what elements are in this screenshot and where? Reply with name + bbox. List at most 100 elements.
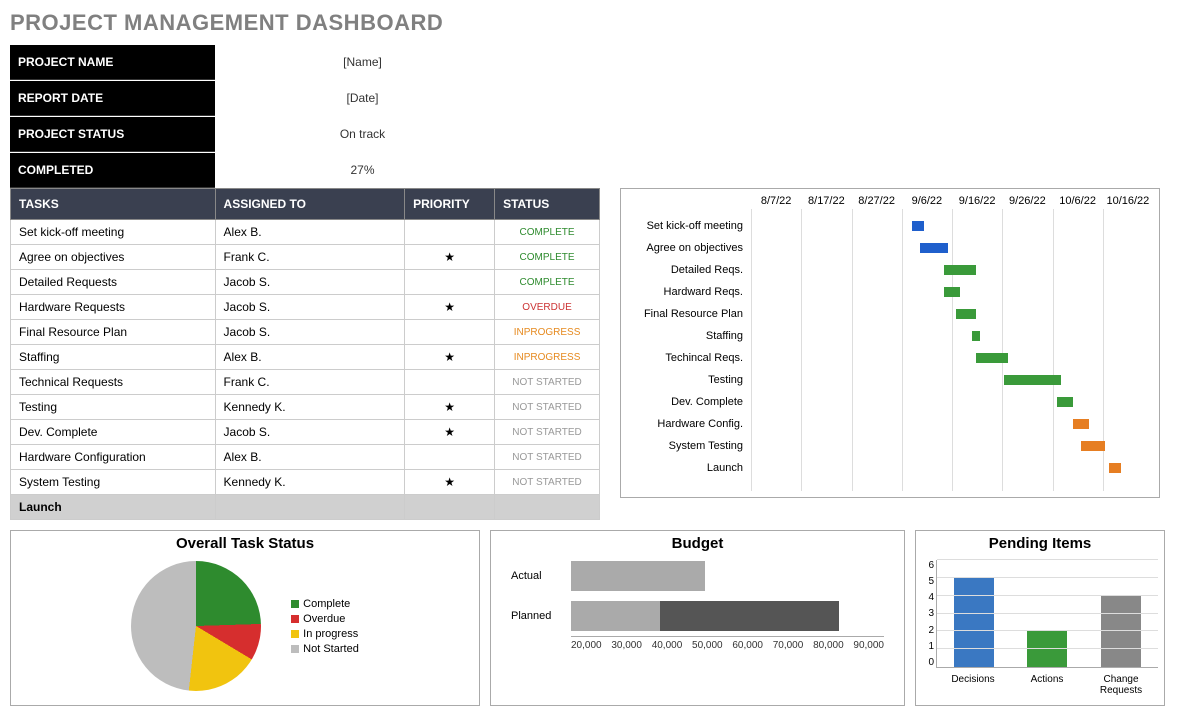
info-value: 27% [215,163,510,177]
gantt-date-axis: 8/7/228/17/228/27/229/6/229/16/229/26/22… [751,195,1153,207]
budget-bar [571,561,705,591]
gantt-label: System Testing [621,440,751,452]
assigned-cell: Jacob S. [215,270,405,295]
table-row: Agree on objectives Frank C. ★ COMPLETE [11,245,600,270]
assigned-cell: Kennedy K. [215,470,405,495]
task-cell: Final Resource Plan [11,320,216,345]
table-row: Staffing Alex B. ★ INPROGRESS [11,345,600,370]
status-cell: OVERDUE [495,295,600,320]
gantt-date: 10/6/22 [1053,195,1103,207]
gantt-bar [1073,419,1089,429]
gantt-label: Set kick-off meeting [621,220,751,232]
gantt-bar [1109,463,1121,473]
overall-task-status-chart: Overall Task Status CompleteOverdueIn pr… [10,530,480,706]
gantt-label: Testing [621,374,751,386]
info-label: REPORT DATE [10,81,215,116]
status-cell: INPROGRESS [495,320,600,345]
gantt-row: Hardware Config. [621,413,1153,435]
legend-item: Not Started [291,643,359,655]
assigned-cell: Kennedy K. [215,395,405,420]
task-cell: Hardware Configuration [11,445,216,470]
gantt-row: Testing [621,369,1153,391]
gantt-label: Staffing [621,330,751,342]
gantt-date: 9/16/22 [952,195,1002,207]
pending-x-label: Change Requests [1091,674,1151,696]
task-cell: Dev. Complete [11,420,216,445]
legend-item: Complete [291,598,359,610]
status-cell: NOT STARTED [495,470,600,495]
budget-area: Actual Planned 20,00030,00040,00050,0006… [511,556,884,686]
gantt-row: Final Resource Plan [621,303,1153,325]
gantt-label: Hardware Config. [621,418,751,430]
gantt-bar [1081,441,1105,451]
gantt-row: Techincal Reqs. [621,347,1153,369]
legend-color-icon [291,615,299,623]
priority-cell [405,270,495,295]
assigned-cell: Jacob S. [215,295,405,320]
status-cell: COMPLETE [495,245,600,270]
gantt-row: Staffing [621,325,1153,347]
task-cell: Hardware Requests [11,295,216,320]
task-cell: Staffing [11,345,216,370]
pending-area: 0123456 DecisionsActionsChange Requests [916,556,1164,696]
info-value: On track [215,127,510,141]
task-cell: Detailed Requests [11,270,216,295]
gantt-row: System Testing [621,435,1153,457]
legend-color-icon [291,630,299,638]
legend-item: In progress [291,628,359,640]
info-value: [Date] [215,91,510,105]
assigned-cell: Frank C. [215,370,405,395]
priority-cell: ★ [405,345,495,370]
task-cell: Agree on objectives [11,245,216,270]
status-cell: COMPLETE [495,220,600,245]
status-cell: NOT STARTED [495,420,600,445]
gantt-date: 8/17/22 [801,195,851,207]
table-row: Dev. Complete Jacob S. ★ NOT STARTED [11,420,600,445]
table-row: Detailed Requests Jacob S. COMPLETE [11,270,600,295]
gantt-date: 9/26/22 [1002,195,1052,207]
gantt-row: Set kick-off meeting [621,215,1153,237]
info-label: COMPLETED [10,153,215,188]
table-row: Final Resource Plan Jacob S. INPROGRESS [11,320,600,345]
budget-bar [571,601,660,631]
legend-label: Complete [303,598,350,610]
legend-label: In progress [303,628,358,640]
gantt-row: Dev. Complete [621,391,1153,413]
gantt-label: Dev. Complete [621,396,751,408]
pending-items-chart: Pending Items 0123456 DecisionsActionsCh… [915,530,1165,706]
priority-cell: ★ [405,420,495,445]
table-row-launch: Launch [11,495,600,520]
budget-row: Planned [511,596,884,636]
budget-label: Planned [511,610,571,622]
info-value: [Name] [215,55,510,69]
assigned-cell: Alex B. [215,445,405,470]
pending-bar [1027,631,1067,667]
priority-cell: ★ [405,395,495,420]
gantt-row: Launch [621,457,1153,479]
gantt-bar [1004,375,1060,385]
task-table: TASKS ASSIGNED TO PRIORITY STATUS Set ki… [10,188,600,520]
task-cell: System Testing [11,470,216,495]
pending-x-label: Decisions [943,674,1003,696]
assigned-cell: Alex B. [215,220,405,245]
gantt-label: Hardward Reqs. [621,286,751,298]
gantt-date: 10/16/22 [1103,195,1153,207]
gantt-label: Launch [621,462,751,474]
assigned-cell: Jacob S. [215,320,405,345]
gantt-body: Set kick-off meeting Agree on objectives… [621,215,1153,491]
project-info-section: PROJECT NAME [Name] REPORT DATE [Date] P… [10,44,510,188]
pending-x-label: Actions [1017,674,1077,696]
status-cell: COMPLETE [495,270,600,295]
th-priority: PRIORITY [405,189,495,220]
table-row: Hardware Requests Jacob S. ★ OVERDUE [11,295,600,320]
gantt-date: 8/7/22 [751,195,801,207]
table-row: Set kick-off meeting Alex B. COMPLETE [11,220,600,245]
assigned-cell: Frank C. [215,245,405,270]
priority-cell: ★ [405,295,495,320]
gantt-row: Hardward Reqs. [621,281,1153,303]
th-assigned: ASSIGNED TO [215,189,405,220]
chart-title: Overall Task Status [11,531,479,556]
gantt-bar [944,287,960,297]
status-cell: NOT STARTED [495,395,600,420]
gantt-bar [972,331,980,341]
